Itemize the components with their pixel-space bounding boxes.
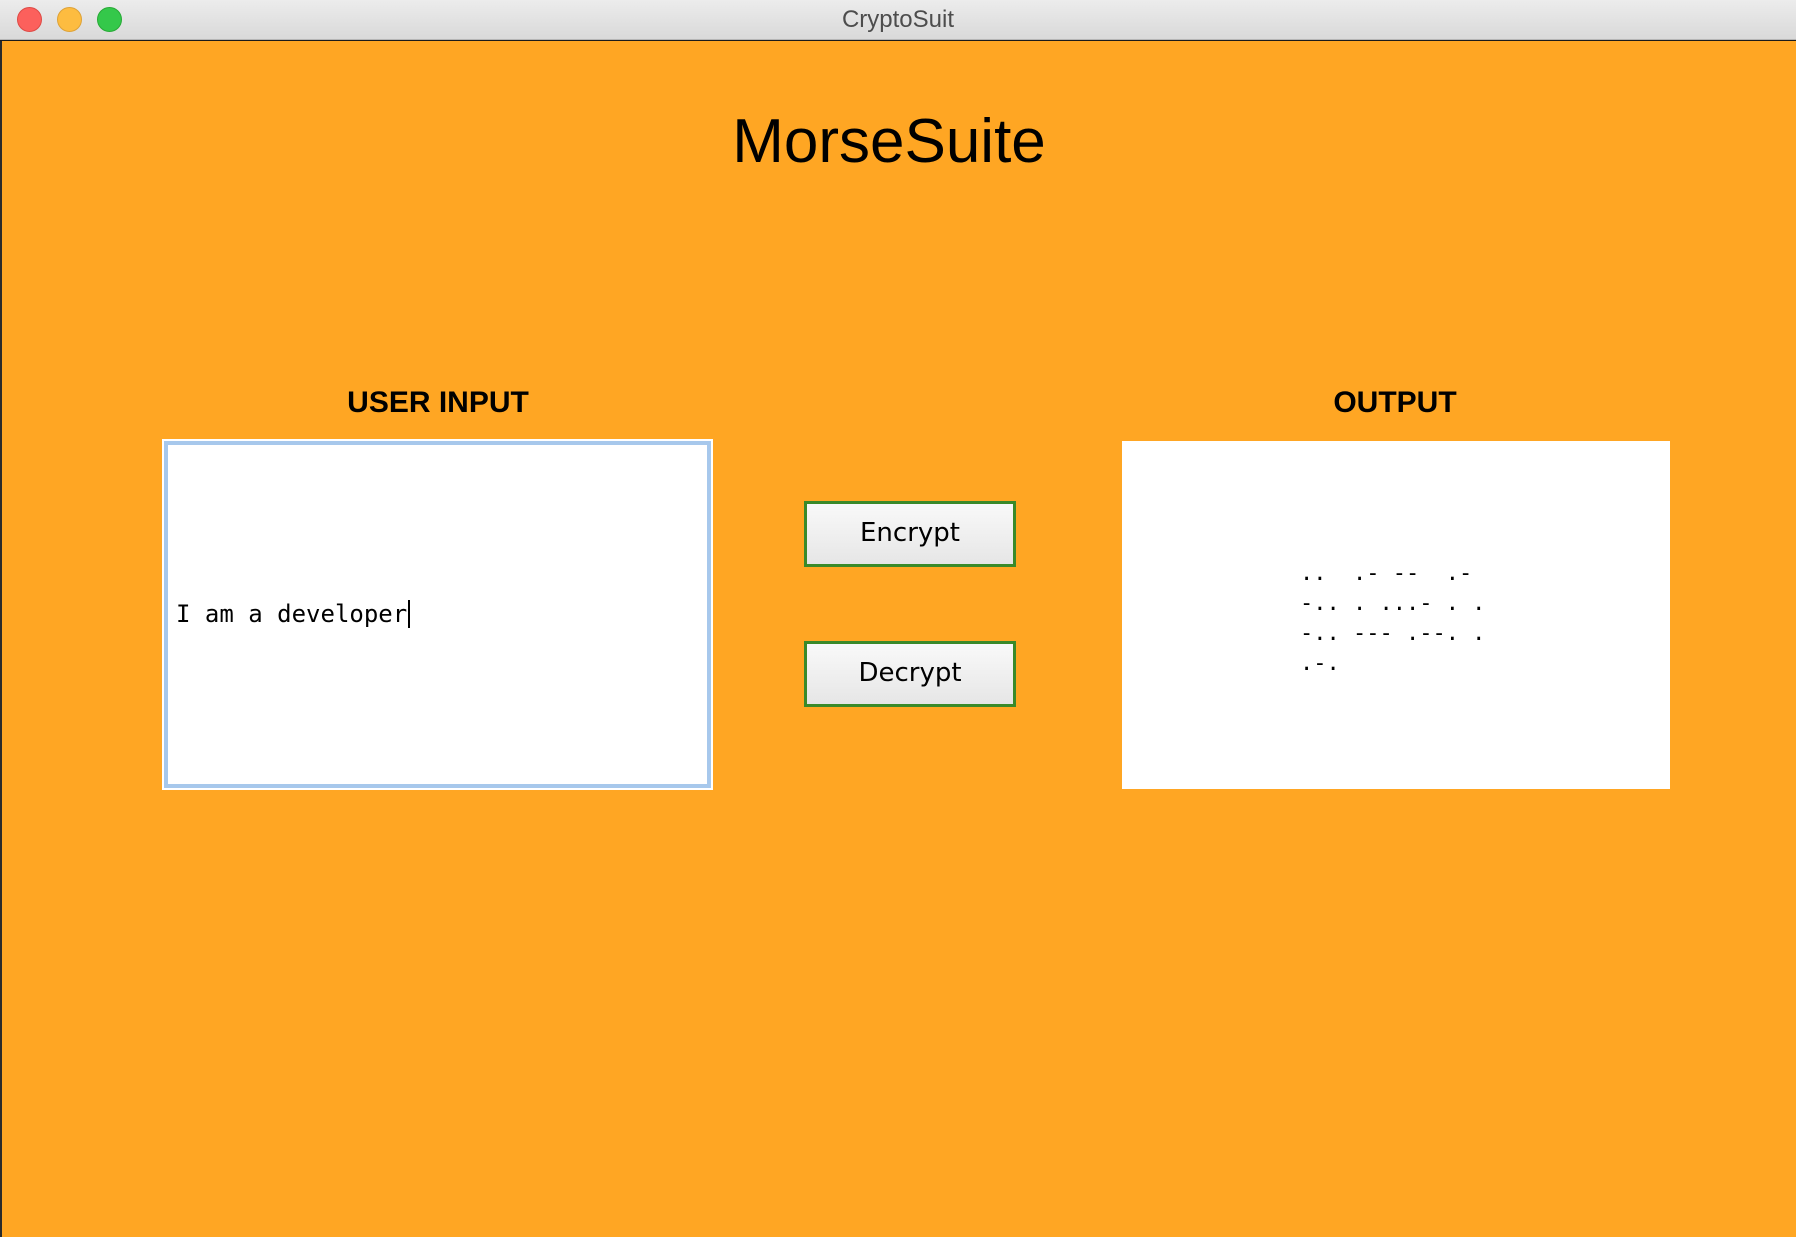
window-title: CryptoSuit <box>841 6 955 33</box>
title-bar: CryptoSuit <box>0 0 1796 40</box>
output-line: .. .- -- .- <box>1300 561 1473 586</box>
output-line: -.. . ...- . . <box>1300 591 1486 616</box>
encrypt-button[interactable]: Encrypt <box>804 501 1016 567</box>
output-text: .. .- -- .- -.. . ...- . . -.. --- .--. ..… <box>1300 559 1485 679</box>
user-input-text: I am a developer <box>176 600 411 628</box>
main-content: MorseSuite USER INPUT OUTPUT I am a deve… <box>2 41 1796 1237</box>
text-caret <box>408 600 411 628</box>
user-input-textarea[interactable]: I am a developer <box>162 439 713 790</box>
output-label: OUTPUT <box>1333 386 1457 419</box>
user-input-value: I am a developer <box>176 600 408 628</box>
app-title: MorseSuite <box>732 107 1046 176</box>
decrypt-button[interactable]: Decrypt <box>804 641 1016 707</box>
app-window: CryptoSuit MorseSuite USER INPUT OUTPUT … <box>0 0 1796 1237</box>
output-area: .. .- -- .- -.. . ...- . . -.. --- .--. ..… <box>1122 441 1670 789</box>
output-line: -.. --- .--. . <box>1300 621 1486 646</box>
output-line: .-. <box>1300 651 1340 676</box>
user-input-label: USER INPUT <box>347 386 529 419</box>
